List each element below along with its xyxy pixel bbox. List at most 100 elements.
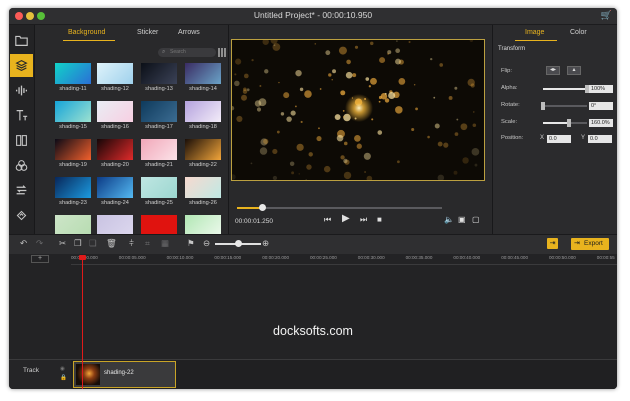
text-tool[interactable] xyxy=(10,104,33,127)
rotate-slider[interactable] xyxy=(541,102,587,110)
playhead[interactable] xyxy=(82,255,83,389)
preview-panel: 00:00:01.250 ⏮ ▶ ⏭ ■ 🔈 ▣ ▢ xyxy=(229,25,491,234)
play-button[interactable]: ▶ xyxy=(342,213,350,224)
rotate-value-field[interactable]: 0° xyxy=(589,102,613,110)
layers-icon xyxy=(15,59,28,72)
timeline-clip[interactable]: shading-22 xyxy=(73,361,176,388)
play-icon: ▶ xyxy=(342,213,350,224)
thumbnail-label: shading-26 xyxy=(189,200,217,206)
marker-icon: ⚑ xyxy=(187,238,195,248)
element-icon xyxy=(16,210,27,221)
volume-button[interactable]: 🔈 xyxy=(444,215,454,224)
previous-frame-button[interactable]: ⏮ xyxy=(324,215,331,225)
paste-button[interactable]: ❑ xyxy=(89,238,97,249)
zoom-out-button[interactable]: ⊖ xyxy=(203,238,210,249)
split-button[interactable]: ⫩ xyxy=(129,238,134,249)
crop-button[interactable]: ⌗ xyxy=(145,238,150,249)
snapshot-button[interactable]: ▣ xyxy=(458,215,466,224)
left-toolbar xyxy=(9,25,35,234)
folder-icon xyxy=(15,35,28,46)
delete-button[interactable]: 🗑 xyxy=(106,238,117,249)
cart-icon[interactable]: 🛒 xyxy=(601,10,612,21)
tab-arrows[interactable]: Arrows xyxy=(178,29,200,36)
position-x-field[interactable]: 0.0 xyxy=(547,135,571,143)
position-y-field[interactable]: 0.0 xyxy=(588,135,612,143)
alpha-slider[interactable] xyxy=(543,85,589,93)
background-thumbnail[interactable] xyxy=(55,63,91,84)
background-tool[interactable] xyxy=(10,54,33,77)
grid-view-icon[interactable] xyxy=(218,48,227,57)
audio-tool[interactable] xyxy=(10,79,33,102)
background-thumbnail[interactable] xyxy=(141,215,177,236)
background-thumbnail[interactable] xyxy=(141,63,177,84)
thumbnail-label: shading-13 xyxy=(145,86,173,92)
background-thumbnail[interactable] xyxy=(97,139,133,160)
background-thumbnail[interactable] xyxy=(97,101,133,122)
flip-vertical-button[interactable]: ▴ xyxy=(567,66,581,75)
add-track-button[interactable]: + xyxy=(31,255,49,263)
background-thumbnail[interactable] xyxy=(141,177,177,198)
background-thumbnail[interactable] xyxy=(97,177,133,198)
watermark-text: docksofts.com xyxy=(273,324,353,338)
background-thumbnail[interactable] xyxy=(55,215,91,236)
playback-progress-bar[interactable] xyxy=(237,204,442,211)
undo-button[interactable]: ↶ xyxy=(20,238,27,249)
cut-button[interactable]: ✂ xyxy=(59,238,66,249)
next-frame-button[interactable]: ⏭ xyxy=(360,215,367,225)
copy-button[interactable]: ❐ xyxy=(74,238,82,249)
thumbnail-label: shading-20 xyxy=(101,162,129,168)
visibility-icon[interactable]: ◉ xyxy=(60,365,67,374)
media-folder-tool[interactable] xyxy=(10,29,33,52)
background-thumbnail[interactable] xyxy=(97,63,133,84)
tab-sticker[interactable]: Sticker xyxy=(137,29,158,36)
background-thumbnail[interactable] xyxy=(185,177,221,198)
background-thumbnail[interactable] xyxy=(185,139,221,160)
preview-canvas[interactable] xyxy=(231,39,485,181)
background-thumbnail[interactable] xyxy=(141,101,177,122)
flip-horizontal-button[interactable]: ◂▸ xyxy=(546,66,560,75)
background-thumbnail[interactable] xyxy=(185,215,221,236)
position-label: Position: xyxy=(501,135,524,141)
alpha-value-field[interactable]: 100% xyxy=(589,85,613,93)
zoom-slider-handle[interactable] xyxy=(235,240,242,247)
time-ruler[interactable]: 00:00:00.00000:00:05.00000:00:10.00000:0… xyxy=(71,254,617,265)
timeline-toolbar: ↶ ↷ ✂ ❐ ❑ 🗑 ⫩ ⌗ ▦ ⚑ ⊖ ⊕ ⇥ ⇥ Export xyxy=(9,234,617,255)
tab-background[interactable]: Background xyxy=(68,29,105,36)
filter-tool[interactable] xyxy=(10,129,33,152)
background-thumbnail[interactable] xyxy=(185,63,221,84)
scale-slider[interactable] xyxy=(543,119,587,127)
scale-slider-handle[interactable] xyxy=(567,119,572,127)
active-props-tab-indicator xyxy=(515,40,557,41)
search-input[interactable]: ⌕ Search xyxy=(158,48,216,57)
stop-button[interactable]: ■ xyxy=(377,215,382,224)
overlay-tool[interactable] xyxy=(10,154,33,177)
tab-image[interactable]: Image xyxy=(525,29,544,36)
flip-horizontal-icon: ◂▸ xyxy=(549,67,557,73)
rotate-slider-handle[interactable] xyxy=(541,102,545,110)
scale-label: Scale: xyxy=(501,119,518,125)
share-button[interactable]: ⇥ xyxy=(547,238,558,249)
background-thumbnail[interactable] xyxy=(97,215,133,236)
tab-color[interactable]: Color xyxy=(570,29,587,36)
lock-icon[interactable]: 🔒 xyxy=(60,374,67,383)
fullscreen-button[interactable]: ▢ xyxy=(472,215,480,224)
background-thumbnail[interactable] xyxy=(141,139,177,160)
marker-button[interactable]: ⚑ xyxy=(187,238,195,249)
scale-value-field[interactable]: 160.0% xyxy=(589,119,613,127)
share-icon: ⇥ xyxy=(549,240,556,247)
progress-handle[interactable] xyxy=(258,204,266,211)
background-thumbnail[interactable] xyxy=(185,101,221,122)
background-thumbnail[interactable] xyxy=(55,101,91,122)
transition-tool[interactable] xyxy=(10,179,33,202)
mosaic-icon: ▦ xyxy=(161,238,170,248)
background-thumbnail[interactable] xyxy=(55,177,91,198)
mosaic-button[interactable]: ▦ xyxy=(161,238,169,249)
alpha-slider-fill xyxy=(543,88,587,90)
background-thumbnail[interactable] xyxy=(55,139,91,160)
search-icon: ⌕ xyxy=(162,49,166,55)
redo-button[interactable]: ↷ xyxy=(36,238,43,249)
zoom-in-button[interactable]: ⊕ xyxy=(262,238,269,249)
export-button[interactable]: ⇥ Export xyxy=(571,238,609,250)
element-tool[interactable] xyxy=(10,204,33,227)
snapshot-icon: ▣ xyxy=(458,215,466,224)
